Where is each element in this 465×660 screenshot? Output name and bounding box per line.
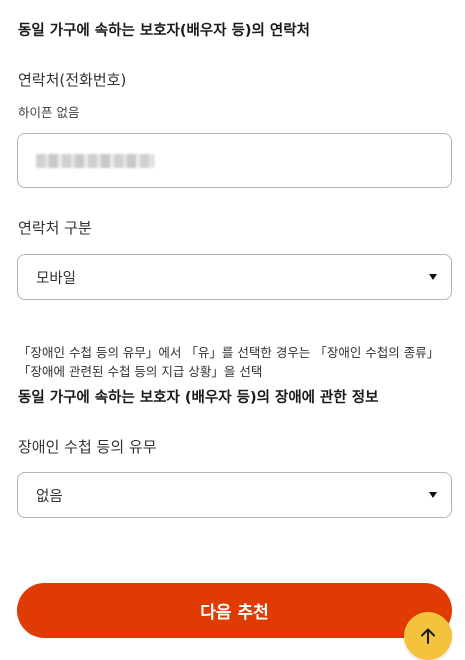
arrow-up-icon: [421, 628, 435, 644]
next-recommendation-button[interactable]: 다음 추천: [17, 583, 452, 638]
contact-type-value: 모바일: [36, 270, 77, 287]
caret-down-icon: [429, 492, 437, 498]
caret-down-icon: [429, 274, 437, 280]
disability-selection-note: 「장애인 수첩 등의 유무」에서 「유」를 선택한 경우는 「장애인 수첩의 종…: [18, 345, 440, 379]
contact-type-select[interactable]: 모바일: [17, 254, 452, 300]
phone-value-redacted: [36, 153, 154, 168]
notebook-value: 없음: [36, 488, 63, 505]
notebook-select[interactable]: 없음: [17, 472, 452, 518]
scroll-to-top-button[interactable]: [404, 612, 452, 660]
phone-label: 연락처(전화번호): [18, 71, 127, 89]
disability-section-title: 동일 가구에 속하는 보호자 (배우자 등)의 장애에 관한 정보: [18, 390, 379, 406]
phone-hint: 하이픈 없음: [18, 105, 80, 120]
guardian-contact-form: 동일 가구에 속하는 보호자(배우자 등)의 연락처 연락처(전화번호) 하이픈…: [0, 0, 465, 660]
phone-input[interactable]: [17, 133, 452, 188]
notebook-label: 장애인 수첩 등의 유무: [18, 438, 157, 456]
contact-type-label: 연락처 구분: [18, 219, 92, 237]
contact-section-title: 동일 가구에 속하는 보호자(배우자 등)의 연락처: [18, 23, 310, 39]
